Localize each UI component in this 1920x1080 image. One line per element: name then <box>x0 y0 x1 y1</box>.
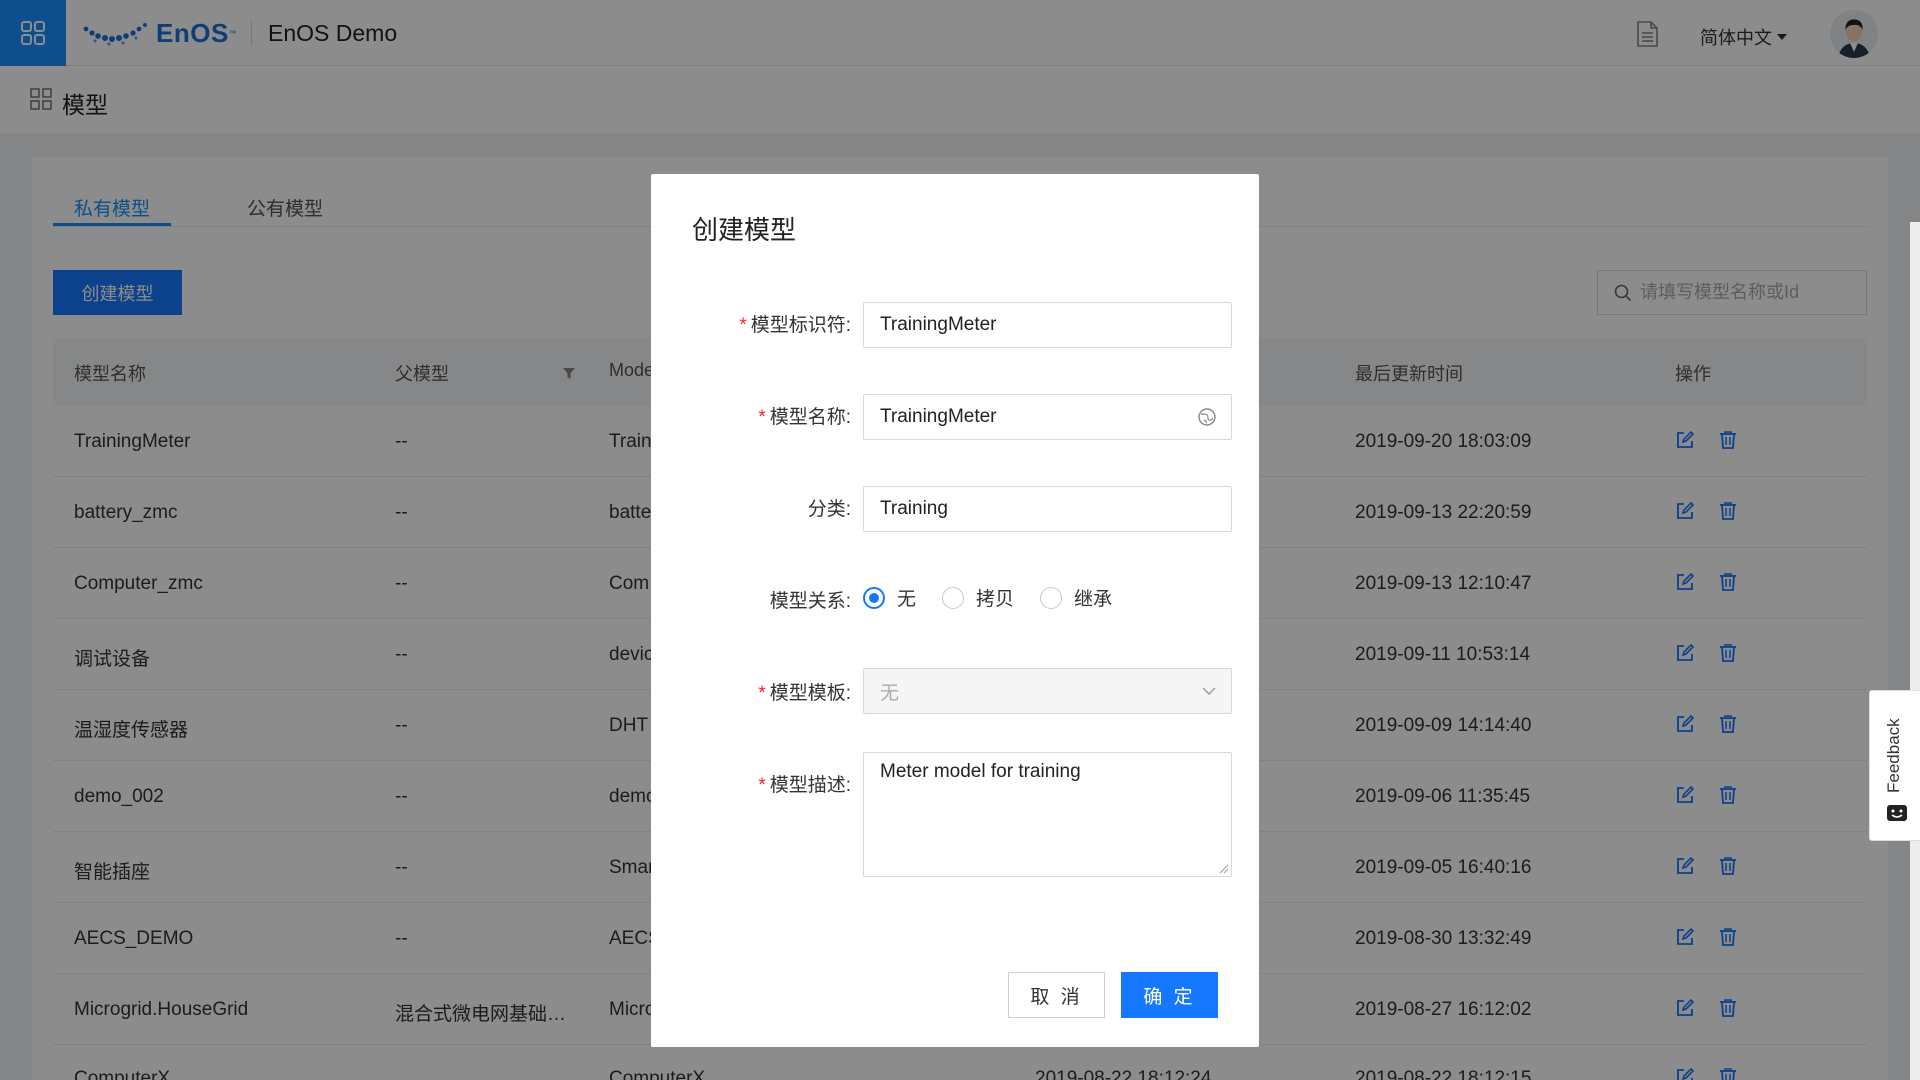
confirm-button[interactable]: 确 定 <box>1121 972 1218 1018</box>
relation-option-none[interactable]: 无 <box>863 584 916 611</box>
feedback-tab[interactable]: Feedback <box>1869 690 1920 841</box>
template-value: 无 <box>880 682 900 704</box>
relation-radio-group: 无 拷贝 继承 <box>863 584 1138 611</box>
radio-checked-icon <box>863 586 885 609</box>
description-value: Meter model for training <box>880 761 1081 782</box>
radio-unchecked-icon <box>1040 586 1063 609</box>
required-mark: * <box>758 407 766 428</box>
chevron-down-icon <box>1202 687 1216 695</box>
identifier-label: * 模型标识符: <box>739 315 851 336</box>
template-label: * 模型模板: <box>758 683 851 704</box>
cancel-button[interactable]: 取 消 <box>1008 972 1105 1018</box>
category-value: Training <box>880 498 948 519</box>
required-mark: * <box>739 315 747 336</box>
dialog-title: 创建模型 <box>692 215 797 245</box>
description-textarea[interactable]: Meter model for training <box>863 752 1232 877</box>
scrollbar[interactable] <box>1910 222 1920 1080</box>
resize-handle-icon[interactable] <box>1217 862 1229 874</box>
feedback-label: Feedback <box>1884 718 1903 793</box>
category-label: 分类: <box>807 499 851 520</box>
name-input[interactable]: TrainingMeter <box>863 394 1232 440</box>
category-input[interactable]: Training <box>863 486 1232 532</box>
relation-label: 模型关系: <box>769 591 851 612</box>
identifier-value: TrainingMeter <box>880 314 997 335</box>
description-label: * 模型描述: <box>758 775 851 796</box>
required-mark: * <box>758 683 766 704</box>
globe-icon[interactable] <box>1197 407 1217 427</box>
radio-unchecked-icon <box>942 586 965 609</box>
smiley-icon <box>1887 805 1907 821</box>
template-select[interactable]: 无 <box>863 668 1232 714</box>
create-model-dialog: 创建模型 * 模型标识符: TrainingMeter * 模型名称: Traini… <box>651 174 1259 1047</box>
identifier-input[interactable]: TrainingMeter <box>863 302 1232 348</box>
required-mark: * <box>758 775 766 796</box>
name-value: TrainingMeter <box>880 406 997 427</box>
relation-option-copy[interactable]: 拷贝 <box>942 584 1014 611</box>
relation-option-inherit[interactable]: 继承 <box>1040 584 1112 611</box>
name-label: * 模型名称: <box>758 407 851 428</box>
